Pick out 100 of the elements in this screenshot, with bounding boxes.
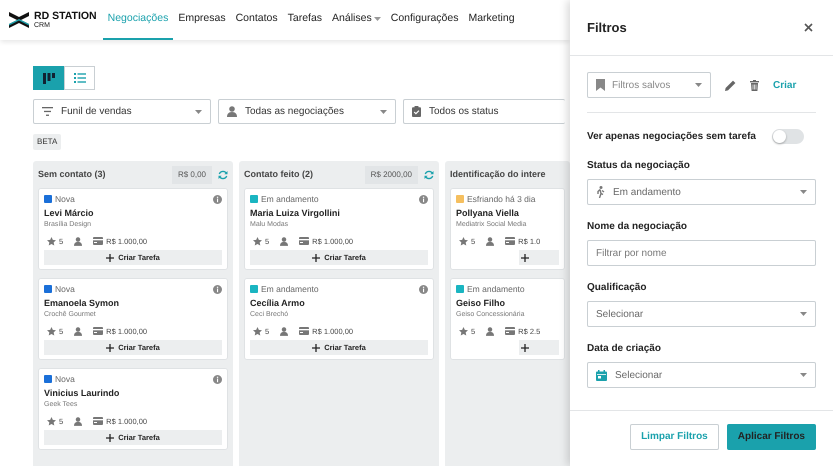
info-icon[interactable] [419,284,428,294]
card-icon [299,327,310,336]
plus-icon [312,344,320,352]
status-text: Em andamento [261,283,320,296]
person-icon [74,326,82,336]
star-icon [47,326,56,336]
filter-dropdown[interactable]: Todos os status [403,99,565,124]
caret-icon [380,110,387,114]
status-text: Em andamento [261,193,320,206]
person-icon [74,416,82,426]
beta-badge: BETA [33,134,62,150]
field-label: Status da negociação [587,159,691,173]
clipboard-check-icon [412,106,421,117]
panel-title: Filtros [587,18,627,37]
list-view-button[interactable] [64,66,95,90]
filter-dropdown[interactable]: Todas as negociações [218,99,396,124]
edit-button[interactable] [725,80,736,90]
pencil-icon [725,80,736,90]
plus-icon [106,254,114,262]
deal-name: Vinicius Laurindo [44,386,120,400]
deal-name: Emanoela Symon [44,296,120,310]
field-label: Qualificação [587,281,648,295]
column-total: R$ 2000,00 [364,166,418,184]
toggle-label: Ver apenas negociações sem tarefa [587,130,756,144]
nav-tab[interactable]: Análises [327,0,386,40]
toggle-switch[interactable] [772,129,804,144]
logo-icon [8,10,30,30]
person-icon [486,236,494,246]
refresh-icon[interactable] [424,170,434,180]
status-text: Nova [55,373,76,386]
star-icon [253,326,262,336]
nav-tab[interactable]: Tarefas [282,0,328,40]
trash-icon [750,80,759,90]
close-icon [804,23,813,32]
status-text: Nova [55,283,76,296]
apply-button[interactable]: Aplicar Filtros [726,424,816,450]
caret-icon [695,83,702,87]
status-text: Em andamento [467,283,526,296]
status-text: Esfriando há 3 dia [467,193,537,206]
filter-dropdown[interactable]: Funil de vendas [33,99,211,124]
saved-filters-dropdown[interactable]: Filtros salvos [587,72,711,98]
close-button[interactable] [804,23,813,32]
column-title: Contato feito (2) [244,168,314,182]
board-view-button[interactable] [33,66,64,90]
star-icon [459,236,468,246]
column-title: Identificação do intere [450,168,547,182]
plus-icon [312,254,320,262]
info-icon[interactable] [213,284,222,294]
person-icon [227,106,237,117]
create-task-button[interactable] [519,250,559,265]
bookmark-icon [596,79,605,91]
deal-name: Maria Luiza Virgollini [250,206,341,220]
person-icon [486,326,494,336]
card-icon [93,417,104,426]
input-field[interactable]: Filtrar por nome [587,240,816,266]
column-total: R$ 0,00 [172,166,212,184]
card-icon [93,327,104,336]
logo-brand-text: RD STATION [34,11,97,22]
plus-icon [106,344,114,352]
star-icon [47,416,56,426]
nav-tab[interactable]: Configurações [386,0,464,40]
star-icon [459,326,468,336]
nav-tab[interactable]: Contatos [230,0,283,40]
select-field[interactable]: Em andamento [587,179,816,205]
field-label: Nome da negociação [587,220,688,234]
select-field[interactable]: Selecionar [587,362,816,388]
nav-tab[interactable]: Marketing [463,0,520,40]
card-icon [505,237,516,246]
deal-name: Geiso Filho [456,296,506,310]
card-icon [93,237,104,246]
field-label: Data de criação [587,342,662,356]
status-text: Nova [55,193,76,206]
card-icon [505,327,516,336]
plus-icon [521,254,529,262]
filter-icon [42,107,53,116]
info-icon[interactable] [213,194,222,204]
deal-name: Cecília Armo [250,296,306,310]
person-icon [280,326,288,336]
star-icon [47,236,56,246]
refresh-icon[interactable] [218,170,228,180]
create-task-button[interactable] [519,340,559,355]
columns-icon [42,72,54,84]
deal-name: Levi Márcio [44,206,95,220]
caret-icon [800,312,807,316]
plus-icon [106,434,114,442]
caret-icon [800,190,807,194]
info-icon[interactable] [419,194,428,204]
delete-button[interactable] [750,80,759,90]
star-icon [253,236,262,246]
deal-name: Pollyana Viella [456,206,520,220]
plus-icon [521,344,529,352]
walking-person-icon [596,186,605,198]
info-icon[interactable] [213,374,222,384]
caret-icon [195,110,202,114]
column-title: Sem contato (3) [38,168,107,182]
person-icon [74,236,82,246]
select-field[interactable]: Selecionar [587,301,816,327]
nav-tab[interactable]: Empresas [173,0,231,40]
caret-icon [374,17,381,21]
person-icon [280,236,288,246]
